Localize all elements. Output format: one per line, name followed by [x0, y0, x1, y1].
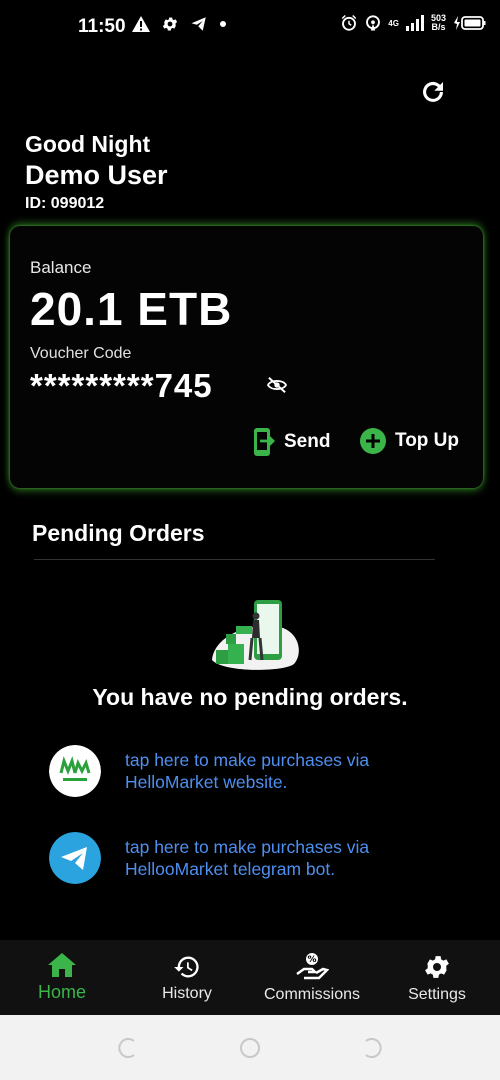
nav-item-commissions[interactable]: % Commissions — [252, 940, 372, 1015]
nav-label-home: Home — [37, 982, 86, 1002]
hellomarket-logo — [49, 745, 101, 797]
network-type: 4G — [388, 18, 399, 28]
eye-off-icon[interactable] — [266, 376, 288, 394]
svg-text:%: % — [307, 955, 316, 965]
alarm-icon — [342, 14, 357, 31]
dot-icon — [220, 21, 226, 27]
telegram-icon — [191, 17, 206, 31]
topup-label: Top Up — [395, 430, 460, 451]
battery-charging-icon — [454, 16, 486, 30]
recents-gesture-icon[interactable] — [361, 1037, 383, 1059]
username: Demo User — [25, 160, 168, 190]
status-bar: 11:50 4G 503 B/s — [0, 0, 500, 56]
send-label: Send — [284, 431, 331, 452]
back-gesture-icon[interactable] — [117, 1037, 139, 1059]
refresh-icon[interactable] — [418, 77, 448, 107]
net-speed: 503 B/s — [430, 13, 446, 32]
hotspot-icon — [366, 15, 381, 31]
send-button[interactable]: Send — [252, 427, 330, 457]
history-icon — [174, 956, 199, 977]
gear-icon — [425, 955, 449, 978]
nav-item-history[interactable]: History — [147, 940, 227, 1015]
empty-orders-message: You have no pending orders. — [92, 684, 408, 710]
voucher-code: *********745 — [30, 367, 213, 404]
balance-value: 20.1 ETB — [30, 283, 233, 335]
system-nav-bar — [0, 1015, 500, 1080]
nav-label-commissions: Commissions — [263, 985, 360, 1003]
nav-label-settings: Settings — [408, 985, 466, 1003]
telegram-link-text: tap here to make purchases via HellooMar… — [125, 837, 370, 879]
signal-icon — [405, 15, 424, 31]
website-link-text: tap here to make purchases via HelloMark… — [125, 750, 370, 792]
status-time: 11:50 — [78, 16, 126, 37]
nav-label-history: History — [162, 984, 212, 1002]
gear-icon — [162, 17, 178, 31]
balance-label: Balance — [30, 258, 92, 277]
telegram-purchase-link[interactable]: tap here to make purchases via HellooMar… — [49, 832, 425, 884]
empty-orders-illustration — [212, 600, 299, 670]
wallet-card: Balance 20.1 ETB Voucher Code *********7… — [10, 226, 483, 488]
topup-button[interactable]: Top Up — [359, 427, 459, 455]
user-id: ID: 099012 — [25, 195, 105, 212]
commissions-icon: % — [296, 952, 329, 979]
home-gesture-icon[interactable] — [239, 1037, 261, 1059]
voucher-label: Voucher Code — [30, 345, 132, 362]
website-purchase-link[interactable]: tap here to make purchases via HelloMark… — [49, 745, 425, 797]
warning-icon — [132, 16, 150, 32]
nav-item-settings[interactable]: Settings — [398, 940, 476, 1015]
home-icon — [48, 953, 76, 977]
greeting-text: Good Night — [25, 131, 151, 157]
pending-orders-title: Pending Orders — [32, 520, 205, 546]
plus-circle-icon — [360, 428, 386, 454]
nav-item-home[interactable]: Home — [26, 940, 98, 1015]
bottom-nav: Home History % Commissions Settings — [0, 940, 500, 1015]
divider — [34, 559, 435, 560]
telegram-logo — [49, 832, 101, 884]
send-icon — [254, 428, 275, 456]
